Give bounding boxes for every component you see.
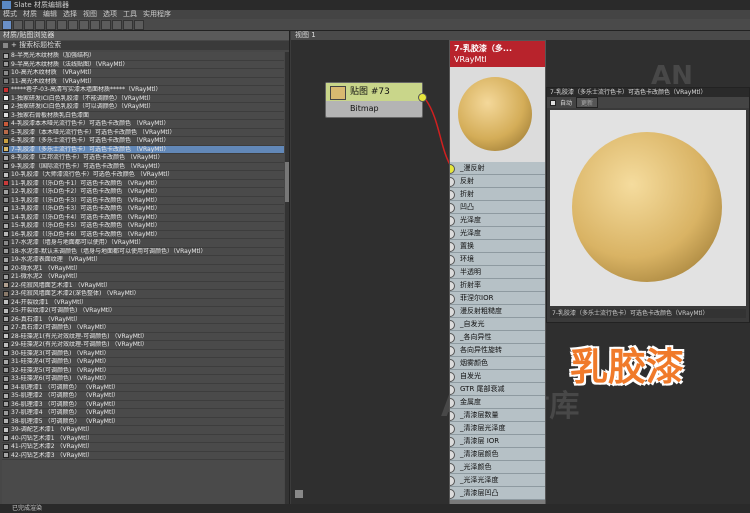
auto-label: 自动: [560, 100, 573, 107]
material-slot[interactable]: 凹凸: [450, 201, 545, 214]
sphere-preview: [458, 77, 532, 151]
material-slot[interactable]: 漫反射粗糙度: [450, 305, 545, 318]
material-slot[interactable]: 光泽度: [450, 214, 545, 227]
material-slots: _漫反射 反射 折射 凹凸 光泽度 光泽度 置换 环境 半透明 折射率 菲涅尔IOR 漫反射粗糙度 _自…: [450, 162, 545, 500]
preview-window-title: 7-乳胶漆（多乐士流行色卡）可选色卡改颜色（VRayMtl）: [547, 88, 749, 97]
material-node-title: 7-乳胶漆（多...: [454, 44, 513, 53]
material-slot[interactable]: _漫反射: [450, 162, 545, 175]
overlay-title: 乳胶漆: [570, 345, 685, 389]
material-slot[interactable]: 折射率: [450, 279, 545, 292]
material-slot[interactable]: _清漆层数量: [450, 409, 545, 422]
pan-handle-icon[interactable]: [295, 490, 303, 498]
preview-render: [550, 110, 746, 306]
material-slot[interactable]: 反射: [450, 175, 545, 188]
auto-checkbox[interactable]: [550, 99, 556, 106]
material-slot[interactable]: _清漆层颜色: [450, 448, 545, 461]
material-slot[interactable]: _清漆层 IOR: [450, 435, 545, 448]
material-slot[interactable]: _清漆层光泽度: [450, 422, 545, 435]
material-node-type: VRayMtl: [454, 55, 487, 64]
output-port[interactable]: [418, 93, 427, 102]
material-slot[interactable]: 金属度: [450, 396, 545, 409]
material-slot[interactable]: 环境: [450, 253, 545, 266]
bitmap-node-type: Bitmap: [350, 104, 379, 113]
preview-footer: 7-乳胶漆（多乐士流行色卡）可选色卡改颜色（VRayMtl）: [550, 309, 746, 318]
material-slot[interactable]: 各向异性旋转: [450, 344, 545, 357]
material-slot[interactable]: _光泽颜色: [450, 461, 545, 474]
material-slot[interactable]: _各向异性: [450, 331, 545, 344]
material-slot[interactable]: 光泽度: [450, 227, 545, 240]
material-slot[interactable]: _自发光: [450, 318, 545, 331]
material-slot[interactable]: 置换: [450, 240, 545, 253]
bitmap-thumbnail: [330, 86, 346, 100]
status-text: 已完成渲染: [12, 505, 43, 512]
bitmap-node[interactable]: 贴图 #73 Bitmap: [325, 82, 427, 118]
bitmap-node-title: 贴图 #73: [350, 87, 390, 97]
update-button[interactable]: 更新: [576, 97, 599, 108]
material-slot[interactable]: _光泽光泽度: [450, 474, 545, 487]
status-bar: 已完成渲染: [0, 504, 750, 513]
material-slot[interactable]: GTR 尾部衰减: [450, 383, 545, 396]
material-slot[interactable]: 折射: [450, 188, 545, 201]
material-slot[interactable]: 自发光: [450, 370, 545, 383]
sphere-render: [572, 132, 722, 282]
material-slot[interactable]: 烟雾颜色: [450, 357, 545, 370]
material-node[interactable]: 7-乳胶漆（多... VRayMtl _漫反射 反射 折射 凹凸 光泽度 光泽度 置换 环境半…: [449, 40, 546, 508]
material-slot[interactable]: _清漆层凹凸: [450, 487, 545, 500]
material-node-preview: [450, 67, 545, 162]
material-preview-window: 7-乳胶漆（多乐士流行色卡）可选色卡改颜色（VRayMtl） 自动 更新 7-乳…: [546, 87, 750, 323]
material-slot[interactable]: 菲涅尔IOR: [450, 292, 545, 305]
material-slot[interactable]: 半透明: [450, 266, 545, 279]
